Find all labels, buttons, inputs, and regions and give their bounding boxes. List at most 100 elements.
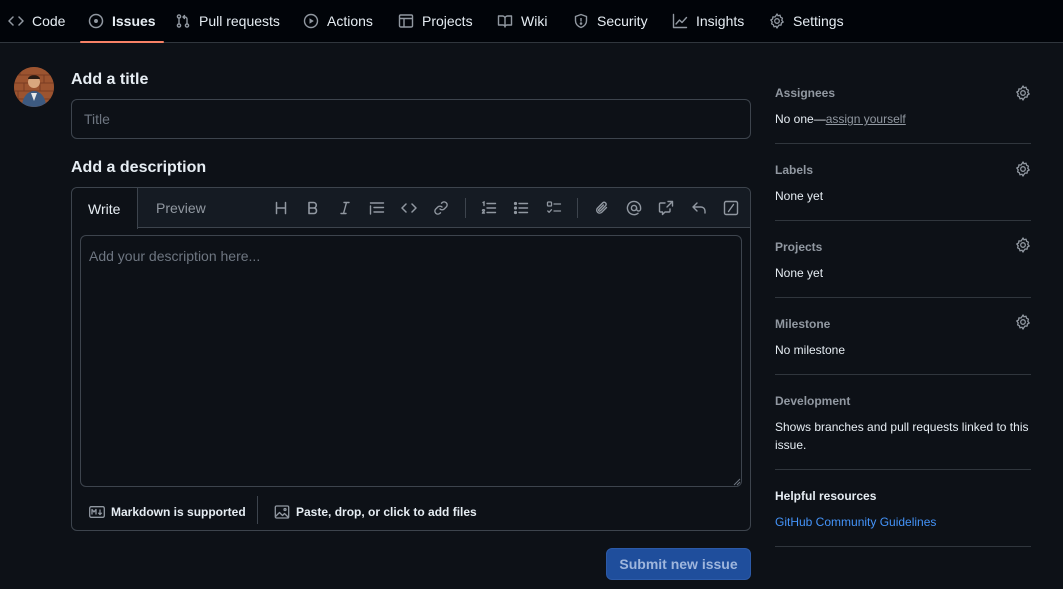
avatar[interactable] xyxy=(14,67,54,107)
mention-icon xyxy=(626,200,642,216)
repo-nav: Code Issues Pull requests Actions Projec… xyxy=(0,0,1063,43)
mention-button[interactable] xyxy=(624,198,644,218)
tab-projects[interactable]: Projects xyxy=(398,0,473,42)
code-icon xyxy=(401,200,417,216)
title-input[interactable] xyxy=(71,99,751,139)
code-icon xyxy=(8,13,24,29)
milestone-section: Milestone No milestone xyxy=(775,314,1031,364)
graph-icon xyxy=(672,13,688,29)
add-files-button[interactable]: Paste, drop, or click to add files xyxy=(274,494,477,530)
gear-icon[interactable] xyxy=(1015,314,1031,330)
tab-code[interactable]: Code xyxy=(8,0,65,42)
toolbar-divider xyxy=(465,198,466,218)
description-heading: Add a description xyxy=(71,159,207,176)
bold-button[interactable] xyxy=(303,198,323,218)
slash-icon xyxy=(723,200,739,216)
paperclip-icon xyxy=(594,200,610,216)
sidebar-divider xyxy=(775,546,1031,547)
description-textarea[interactable] xyxy=(80,235,742,487)
shield-icon xyxy=(573,13,589,29)
saved-reply-button[interactable] xyxy=(689,198,709,218)
tab-wiki[interactable]: Wiki xyxy=(497,0,547,42)
labels-value: None yet xyxy=(775,189,824,203)
sidebar-divider xyxy=(775,469,1031,470)
description-editor: Write Preview Add your description here.… xyxy=(71,187,751,531)
community-guidelines-link[interactable]: GitHub Community Guidelines xyxy=(775,515,936,529)
link-button[interactable] xyxy=(431,198,451,218)
sidebar-divider xyxy=(775,297,1031,298)
gear-icon[interactable] xyxy=(1015,85,1031,101)
labels-section: Labels None yet xyxy=(775,161,1031,210)
editor-toolbar: Write Preview xyxy=(72,188,750,229)
development-title: Development xyxy=(775,394,851,408)
heading-icon xyxy=(273,200,289,216)
milestone-value: No milestone xyxy=(775,343,846,357)
tab-projects-label: Projects xyxy=(422,13,473,29)
tab-code-label: Code xyxy=(32,13,66,29)
italic-icon xyxy=(337,200,353,216)
image-icon xyxy=(274,504,290,520)
task-list-button[interactable] xyxy=(544,198,564,218)
git-pull-request-icon xyxy=(175,13,191,29)
gear-icon[interactable] xyxy=(1015,161,1031,177)
sidebar-divider xyxy=(775,220,1031,221)
development-value: Shows branches and pull requests linked … xyxy=(775,420,1029,452)
sidebar-divider xyxy=(775,143,1031,144)
tab-actions[interactable]: Actions xyxy=(303,0,373,42)
quote-button[interactable] xyxy=(367,198,387,218)
bold-icon xyxy=(305,200,321,216)
gear-icon xyxy=(769,13,785,29)
tab-issues-label: Issues xyxy=(112,13,156,29)
tab-insights-label: Insights xyxy=(696,13,745,29)
labels-title: Labels xyxy=(775,163,814,177)
projects-section: Projects None yet xyxy=(775,237,1031,287)
gear-icon[interactable] xyxy=(1015,237,1031,253)
table-icon xyxy=(398,13,414,29)
reference-button[interactable] xyxy=(656,198,676,218)
assignees-title: Assignees xyxy=(775,86,836,100)
issue-opened-icon xyxy=(88,13,104,29)
assignees-section: Assignees No one—assign yourself xyxy=(775,85,1031,133)
assign-yourself-link[interactable]: assign yourself xyxy=(826,112,906,126)
cross-reference-icon xyxy=(658,200,674,216)
markdown-supported-link[interactable]: Markdown is supported xyxy=(89,494,246,530)
sidebar-divider xyxy=(775,374,1031,375)
tab-wiki-label: Wiki xyxy=(521,13,548,29)
code-button[interactable] xyxy=(399,198,419,218)
development-section: Development Shows branches and pull requ… xyxy=(775,393,1031,459)
tab-pull-requests-label: Pull requests xyxy=(199,13,280,29)
slash-command-button[interactable] xyxy=(721,198,741,218)
projects-value: None yet xyxy=(775,266,824,280)
projects-title: Projects xyxy=(775,240,823,254)
toolbar-divider xyxy=(577,198,578,218)
book-icon xyxy=(497,13,513,29)
footer-divider xyxy=(257,496,258,524)
title-heading: Add a title xyxy=(71,71,149,88)
italic-button[interactable] xyxy=(335,198,355,218)
assignees-empty: No one— xyxy=(775,112,826,126)
assignees-value: No one—assign yourself xyxy=(775,110,906,128)
tab-settings[interactable]: Settings xyxy=(769,0,844,42)
tab-write[interactable]: Write xyxy=(72,188,138,229)
editor-footer: Markdown is supported Paste, drop, or cl… xyxy=(72,494,750,530)
quote-icon xyxy=(369,200,385,216)
tab-pull-requests[interactable]: Pull requests xyxy=(175,0,280,42)
tab-security-label: Security xyxy=(597,13,648,29)
unordered-list-button[interactable] xyxy=(511,198,531,218)
heading-button[interactable] xyxy=(271,198,291,218)
attach-button[interactable] xyxy=(592,198,612,218)
tasklist-icon xyxy=(546,200,562,216)
play-icon xyxy=(303,13,319,29)
tab-issues[interactable]: Issues xyxy=(80,0,164,43)
markdown-icon xyxy=(89,506,105,518)
tab-preview[interactable]: Preview xyxy=(156,188,206,228)
tab-security[interactable]: Security xyxy=(573,0,648,42)
tab-actions-label: Actions xyxy=(327,13,373,29)
ordered-list-button[interactable] xyxy=(479,198,499,218)
helpful-resources-title: Helpful resources xyxy=(775,489,877,503)
resize-grip-icon[interactable] xyxy=(733,478,741,486)
community-guidelines-wrap: GitHub Community Guidelines xyxy=(775,513,936,531)
submit-new-issue-button[interactable]: Submit new issue xyxy=(606,548,751,580)
tab-insights[interactable]: Insights xyxy=(672,0,744,42)
link-icon xyxy=(433,200,449,216)
